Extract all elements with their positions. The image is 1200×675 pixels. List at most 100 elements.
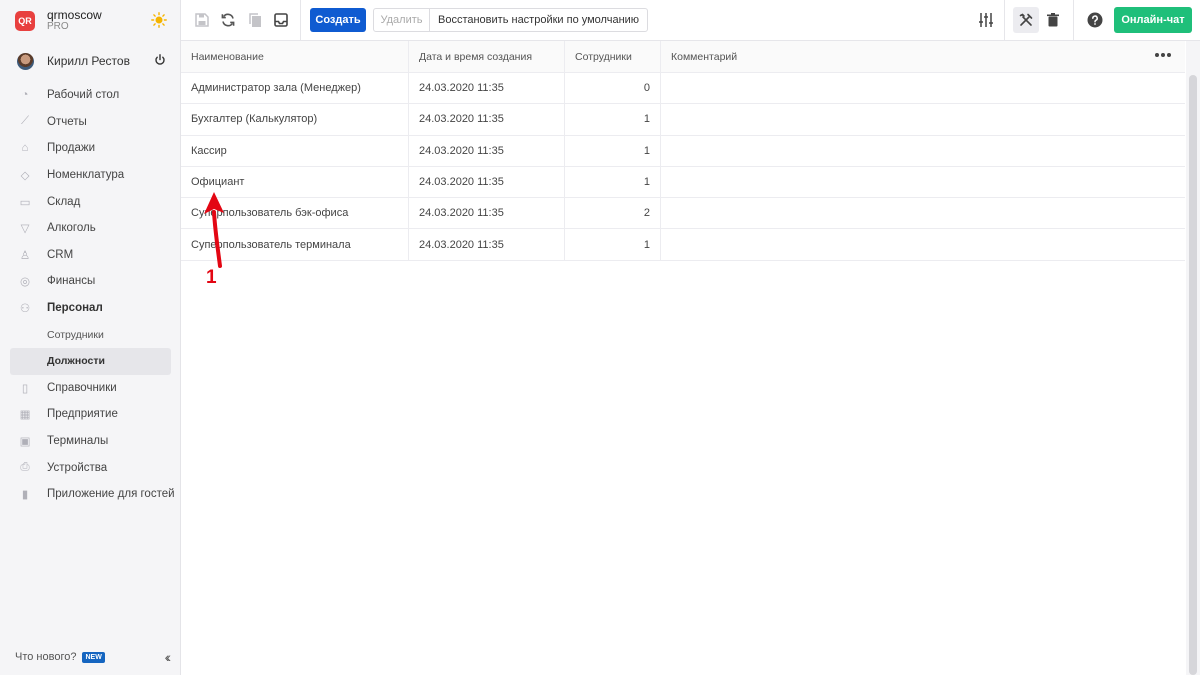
sidebar-item-staff[interactable]: ⚇ Персонал bbox=[0, 295, 181, 322]
tools-icon[interactable] bbox=[1018, 12, 1034, 28]
refresh-icon[interactable] bbox=[220, 12, 236, 28]
cell-employees: 1 bbox=[565, 229, 661, 260]
restore-defaults-button[interactable]: Восстановить настройки по умолчанию bbox=[430, 9, 647, 31]
sidebar-item-directories[interactable]: ▯ Справочники bbox=[0, 375, 181, 402]
sidebar-subitem-employees[interactable]: Сотрудники bbox=[0, 321, 171, 348]
table-row[interactable]: Официант 24.03.2020 11:35 1 bbox=[181, 166, 1185, 199]
more-options-icon[interactable] bbox=[1155, 53, 1171, 59]
column-header-comment[interactable]: Комментарий bbox=[661, 41, 1185, 72]
cell-name: Официант bbox=[181, 166, 409, 198]
sidebar-item-label: Персонал bbox=[47, 302, 103, 315]
column-header-created[interactable]: Дата и время создания bbox=[409, 41, 565, 72]
annotation-number: 1 bbox=[206, 267, 217, 288]
dashboard-icon: ◔ bbox=[21, 89, 29, 102]
cell-created: 24.03.2020 11:35 bbox=[409, 198, 565, 229]
user-name: Кирилл Рестов bbox=[47, 54, 130, 68]
sidebar-item-dashboard[interactable]: ◔ Рабочий стол bbox=[0, 82, 181, 109]
column-header-name[interactable]: Наименование bbox=[181, 41, 409, 72]
table-row[interactable]: Бухгалтер (Калькулятор) 24.03.2020 11:35… bbox=[181, 104, 1185, 136]
column-header-employees[interactable]: Сотрудники bbox=[565, 41, 661, 72]
people-icon: ⚇ bbox=[19, 303, 31, 316]
table-header-row: Наименование Дата и время создания Сотру… bbox=[181, 41, 1185, 73]
cell-name: Администратор зала (Менеджер) bbox=[181, 73, 409, 104]
collapse-sidebar-icon[interactable]: ‹‹ bbox=[165, 649, 172, 665]
sidebar-item-label: Алкоголь bbox=[47, 222, 96, 235]
cell-created: 24.03.2020 11:35 bbox=[409, 135, 565, 166]
sidebar-item-alcohol[interactable]: ▽ Алкоголь bbox=[0, 215, 181, 242]
sidebar-item-nomenclature[interactable]: ◇ Номенклатура bbox=[0, 162, 181, 189]
sidebar-item-sales[interactable]: ⌂ Продажи bbox=[0, 135, 181, 162]
cell-comment bbox=[661, 198, 1185, 228]
cell-name: Бухгалтер (Калькулятор) bbox=[181, 104, 409, 135]
toolbar-divider bbox=[1004, 0, 1005, 41]
sidebar-item-label: Продажи bbox=[47, 142, 96, 155]
book-icon: ▯ bbox=[21, 382, 29, 395]
trash-icon[interactable] bbox=[1045, 12, 1061, 28]
new-badge: NEW bbox=[82, 651, 105, 663]
scrollbar-thumb[interactable] bbox=[1189, 75, 1197, 675]
cell-employees: 0 bbox=[565, 73, 661, 104]
glass-icon: ▽ bbox=[20, 223, 30, 236]
power-icon[interactable] bbox=[154, 54, 166, 66]
avatar bbox=[17, 52, 34, 70]
table-row[interactable]: Администратор зала (Менеджер) 24.03.2020… bbox=[181, 73, 1185, 105]
cell-employees: 2 bbox=[565, 198, 661, 229]
printer-icon: ⎙ bbox=[20, 461, 30, 474]
cell-employees: 1 bbox=[565, 166, 661, 198]
cell-name: Суперпользователь терминала bbox=[181, 229, 409, 260]
cell-comment bbox=[661, 136, 1185, 166]
sidebar-footer: Что нового? NEW ‹‹ bbox=[15, 648, 172, 666]
sidebar-item-enterprise[interactable]: ▦ Предприятие bbox=[0, 401, 181, 428]
sidebar-nav: ◔ Рабочий стол ⟋ Отчеты ⌂ Продажи ◇ Номе… bbox=[0, 82, 181, 508]
sidebar-item-label: Номенклатура bbox=[47, 169, 125, 182]
help-icon[interactable] bbox=[1087, 12, 1103, 28]
whats-new-link[interactable]: Что нового? bbox=[15, 651, 76, 663]
sun-icon[interactable] bbox=[151, 12, 167, 28]
sidebar-item-label: Устройства bbox=[47, 461, 108, 474]
table-row[interactable]: Суперпользователь терминала 24.03.2020 1… bbox=[181, 229, 1185, 261]
user-profile[interactable]: Кирилл Рестов bbox=[0, 48, 181, 74]
toolbar: Создать Удалить Восстановить настройки п… bbox=[181, 0, 1200, 41]
sidebar-item-label: Рабочий стол bbox=[47, 89, 120, 102]
positions-table: Наименование Дата и время создания Сотру… bbox=[181, 41, 1185, 261]
cell-created: 24.03.2020 11:35 bbox=[409, 229, 565, 260]
copy-icon[interactable] bbox=[247, 12, 263, 28]
cell-comment bbox=[661, 167, 1185, 197]
cell-created: 24.03.2020 11:35 bbox=[409, 73, 565, 104]
table-row[interactable]: Кассир 24.03.2020 11:35 1 bbox=[181, 135, 1185, 167]
sidebar-item-guest-app[interactable]: ▮ Приложение для гостей bbox=[0, 481, 181, 508]
cell-comment bbox=[661, 229, 1185, 259]
sidebar-item-terminals[interactable]: ▣ Терминалы bbox=[0, 428, 181, 455]
sidebar-item-warehouse[interactable]: ▭ Склад bbox=[0, 188, 181, 215]
sidebar-item-devices[interactable]: ⎙ Устройства bbox=[0, 454, 181, 481]
sidebar-item-label: Предприятие bbox=[47, 408, 118, 421]
table-row[interactable]: Суперпользователь бэк-офиса 24.03.2020 1… bbox=[181, 198, 1185, 230]
brand-text: qrmoscow PRO bbox=[47, 9, 102, 32]
sidebar-item-label: CRM bbox=[47, 248, 74, 261]
tag-icon: ◇ bbox=[20, 170, 30, 183]
sidebar-item-reports[interactable]: ⟋ Отчеты bbox=[0, 109, 181, 136]
sidebar-item-finance[interactable]: ◎ Финансы bbox=[0, 268, 181, 295]
sidebar-item-label: Отчеты bbox=[47, 115, 87, 128]
sidebar-item-label: Справочники bbox=[47, 381, 117, 394]
cell-created: 24.03.2020 11:35 bbox=[409, 104, 565, 135]
inbox-icon[interactable] bbox=[273, 12, 289, 28]
building-icon: ▦ bbox=[19, 409, 31, 422]
cell-comment bbox=[661, 104, 1185, 134]
filter-sliders-icon[interactable] bbox=[978, 12, 994, 28]
chart-icon: ⟋ bbox=[20, 115, 30, 128]
save-icon[interactable] bbox=[194, 12, 210, 28]
scrollbar[interactable] bbox=[1186, 41, 1200, 675]
brand-header: QR qrmoscow PRO bbox=[0, 0, 181, 41]
create-button[interactable]: Создать bbox=[310, 8, 366, 32]
cell-name: Суперпользователь бэк-офиса bbox=[181, 198, 409, 229]
box-icon: ▭ bbox=[19, 196, 31, 209]
sidebar-subitem-positions[interactable]: Должности bbox=[10, 347, 171, 375]
cell-name: Кассир bbox=[181, 135, 409, 166]
toolbar-divider bbox=[300, 0, 301, 41]
delete-button[interactable]: Удалить bbox=[374, 9, 430, 31]
sidebar-item-crm[interactable]: ♙ CRM bbox=[0, 242, 181, 269]
crm-icon: ♙ bbox=[19, 249, 31, 262]
online-chat-button[interactable]: Онлайн-чат bbox=[1114, 7, 1192, 33]
cell-employees: 1 bbox=[565, 135, 661, 166]
